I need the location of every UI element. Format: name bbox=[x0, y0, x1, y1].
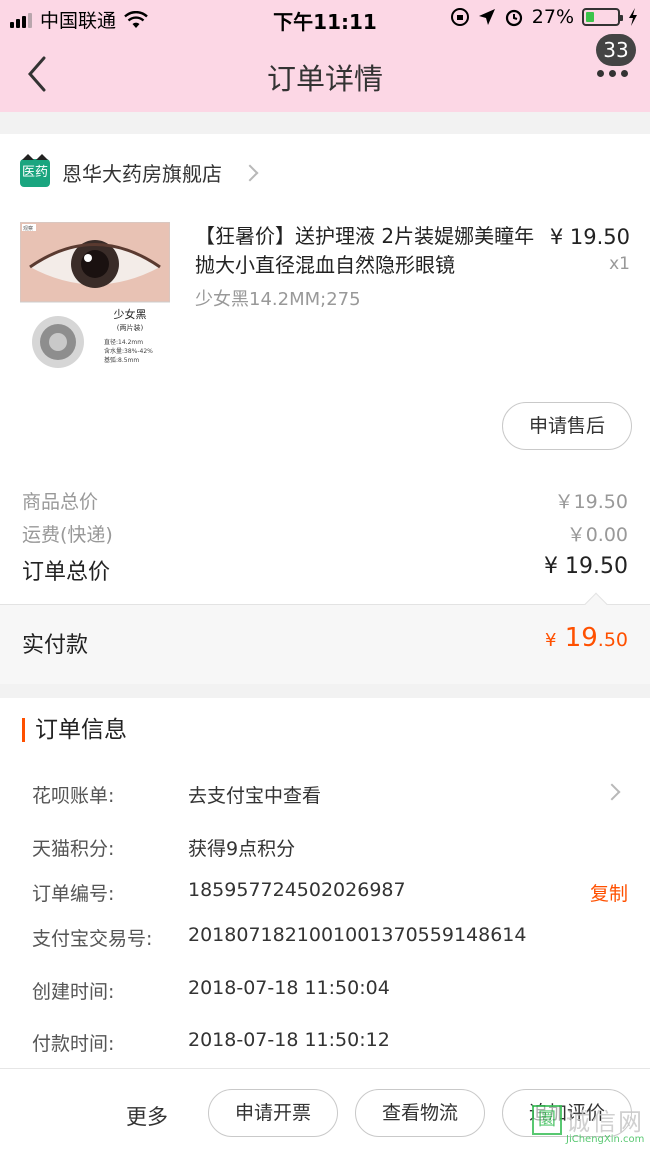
message-badge: 33 bbox=[596, 34, 636, 66]
after-sale-button[interactable]: 申请售后 bbox=[502, 402, 632, 450]
watermark-logo: 圜 bbox=[532, 1104, 562, 1135]
copy-button[interactable]: 复制 bbox=[590, 879, 628, 906]
rotation-lock-icon bbox=[450, 8, 469, 26]
order-total-row: 订单总价 ¥ 19.50 bbox=[22, 554, 628, 586]
store-name: 恩华大药房旗舰店 bbox=[62, 162, 222, 186]
image-pack: (两片装) bbox=[117, 323, 144, 332]
store-row[interactable]: 医药 恩华大药房旗舰店 bbox=[20, 153, 259, 187]
contact-lens-image: 观察 少女黑 (两片装) 直径:14.2mm 含水量:38%-42% 基弧:8.… bbox=[19, 221, 171, 368]
paid-label: 实付款 bbox=[22, 633, 89, 658]
goods-total-row: 商品总价 ￥19.50 bbox=[22, 487, 628, 514]
page-title: 订单详情 bbox=[266, 62, 383, 96]
image-diameter: 直径:14.2mm bbox=[104, 338, 143, 346]
alarm-icon bbox=[505, 9, 522, 27]
shipping-label: 运费(快递) bbox=[22, 524, 113, 546]
paid-amount: ¥ 19.50 bbox=[545, 623, 628, 653]
paid-bar: 实付款 ¥ 19.50 bbox=[0, 592, 650, 684]
info-value: 去支付宝中查看 bbox=[188, 785, 322, 807]
info-value: 2018071821001001370559148614 bbox=[188, 924, 527, 946]
product-image[interactable]: 观察 少女黑 (两片装) 直径:14.2mm 含水量:38%-42% 基弧:8.… bbox=[19, 221, 171, 372]
more-menu-icon[interactable] bbox=[597, 70, 628, 77]
order-info-title: 订单信息 bbox=[22, 718, 127, 742]
image-tag: 观察 bbox=[23, 225, 33, 232]
order-total-value: ¥ 19.50 bbox=[544, 554, 628, 579]
invoice-button[interactable]: 申请开票 bbox=[208, 1089, 338, 1137]
paid-currency: ¥ bbox=[544, 630, 557, 651]
image-base-curve: 基弧:8.5mm bbox=[104, 356, 139, 364]
info-label: 创建时间: bbox=[32, 981, 115, 1003]
chevron-right-icon bbox=[241, 164, 259, 181]
info-label: 天猫积分: bbox=[32, 838, 115, 860]
store-logo-icon: 医药 bbox=[20, 153, 50, 187]
status-bar: 中国联通 下午11:11 27% bbox=[0, 0, 650, 40]
watermark-sub: JiChengXin.com bbox=[566, 1134, 645, 1145]
watermark-text: 诚信网 bbox=[566, 1108, 644, 1136]
product-quantity: x1 bbox=[609, 254, 630, 274]
location-icon bbox=[478, 9, 495, 25]
order-total-label: 订单总价 bbox=[22, 560, 111, 585]
product-title[interactable]: 【狂暑价】送护理液 2片装媞娜美瞳年抛大小直径混血自然隐形眼镜 bbox=[195, 222, 540, 280]
logistics-button[interactable]: 查看物流 bbox=[355, 1089, 485, 1137]
battery-icon bbox=[582, 8, 623, 26]
paid-decimal: .50 bbox=[597, 629, 628, 651]
info-value: 185957724502026987 bbox=[188, 879, 406, 901]
info-value: 2018-07-18 11:50:04 bbox=[188, 977, 390, 999]
charging-icon bbox=[629, 8, 637, 26]
product-price: ¥ 19.50 bbox=[549, 225, 630, 249]
image-product-name: 少女黑 bbox=[114, 307, 147, 321]
battery-fill bbox=[586, 12, 595, 22]
watermark: 圜 诚信网 JiChengXin.com bbox=[532, 1102, 644, 1145]
more-button[interactable]: 更多 bbox=[126, 1101, 168, 1131]
goods-total-label: 商品总价 bbox=[22, 491, 99, 513]
info-value: 获得9点积分 bbox=[188, 838, 296, 860]
battery-percent: 27% bbox=[531, 6, 574, 28]
info-label: 花呗账单: bbox=[32, 785, 115, 807]
status-right: 27% bbox=[450, 6, 638, 28]
shipping-value: ￥0.00 bbox=[566, 524, 628, 546]
info-value: 2018-07-18 11:50:12 bbox=[188, 1029, 390, 1051]
info-label: 付款时间: bbox=[32, 1033, 115, 1055]
goods-total-value: ￥19.50 bbox=[554, 491, 628, 513]
nav-bar: 订单详情 33 bbox=[0, 34, 650, 112]
paid-integer: 19 bbox=[564, 623, 598, 653]
info-label: 支付宝交易号: bbox=[32, 928, 153, 950]
image-water: 含水量:38%-42% bbox=[104, 347, 153, 355]
product-spec: 少女黑14.2MM;275 bbox=[195, 289, 361, 310]
info-label: 订单编号: bbox=[32, 883, 115, 905]
shipping-row: 运费(快递) ￥0.00 bbox=[22, 520, 628, 547]
